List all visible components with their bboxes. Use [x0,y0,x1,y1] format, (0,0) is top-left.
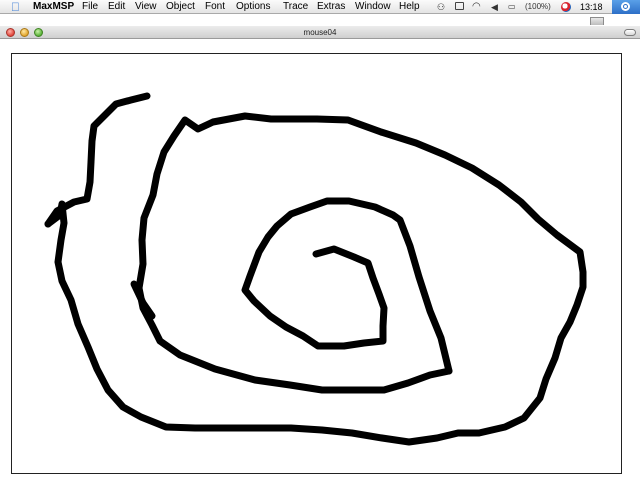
battery-icon[interactable]: ▭ [508,0,516,14]
freehand-stroke-outer [44,92,151,228]
window-title: mouse04 [303,28,337,37]
wifi-icon[interactable]: ◠ [472,0,481,14]
script-menu-icon[interactable]: ⚇ [437,0,445,14]
menu-object[interactable]: Object [166,0,195,14]
menu-app-name[interactable]: MaxMSP [33,0,74,14]
input-flag-icon[interactable] [561,2,571,12]
freehand-stroke-middle [44,112,587,446]
spotlight-icon[interactable] [612,0,640,14]
display-icon[interactable] [455,0,464,14]
menu-bar:  MaxMSP File Edit View Object Font Opti… [0,0,640,14]
menu-trace[interactable]: Trace [283,0,308,14]
freehand-stroke-inner [241,197,453,375]
hidden-toolbar-tab [590,17,604,25]
menu-help[interactable]: Help [399,0,420,14]
menu-window[interactable]: Window [355,0,391,14]
menu-edit[interactable]: Edit [108,0,125,14]
menu-view[interactable]: View [135,0,157,14]
toolbar-toggle-button[interactable] [624,29,636,36]
menu-extras[interactable]: Extras [317,0,345,14]
battery-percentage: (100%) [525,2,551,11]
volume-icon[interactable]: ◀ [491,0,498,14]
apple-logo-icon[interactable]:  [11,0,20,14]
menu-options[interactable]: Options [236,0,270,14]
menubar-clock[interactable]: 13:18 [580,0,603,14]
spiral-drawing [44,92,587,446]
drawing-canvas[interactable] [11,53,622,474]
menu-file[interactable]: File [82,0,98,14]
menu-font[interactable]: Font [205,0,225,14]
window-titlebar[interactable]: mouse04 [0,26,640,39]
